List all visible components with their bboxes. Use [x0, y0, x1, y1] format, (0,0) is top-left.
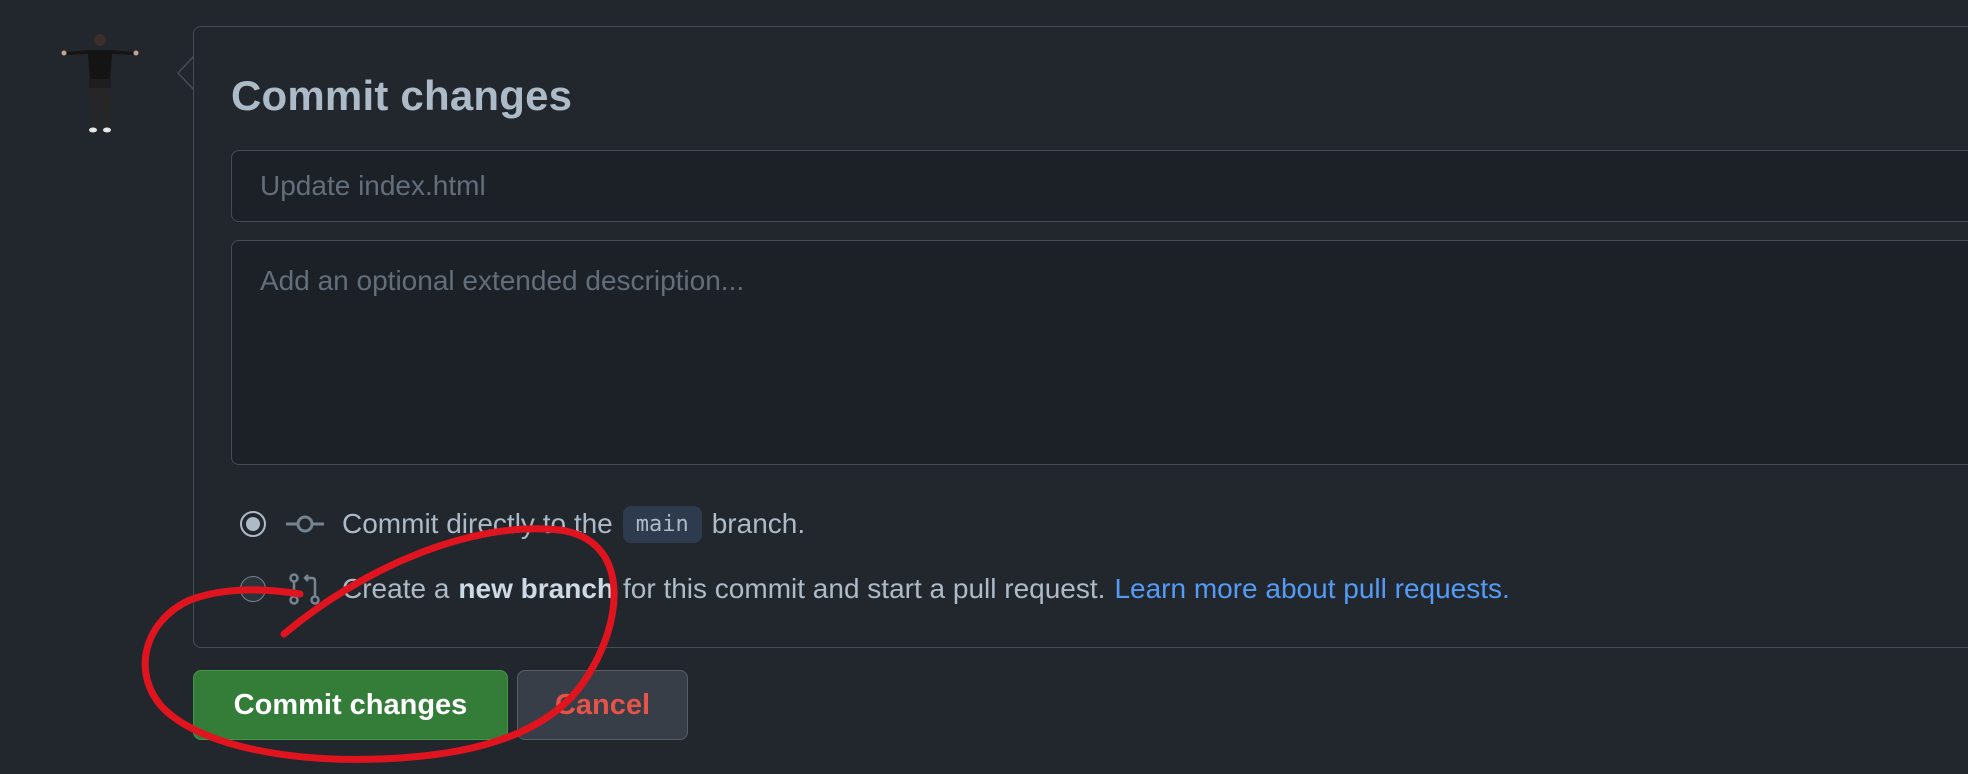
new-branch-option[interactable]: Create a new branch for this commit and …	[240, 567, 1510, 611]
form-title: Commit changes	[231, 72, 573, 119]
commit-direct-text-before: Commit directly to the	[342, 508, 613, 539]
git-commit-icon	[286, 515, 324, 533]
commit-direct-text-after: branch.	[711, 508, 806, 539]
commit-page: Commit changes Commit directly to the ma…	[0, 0, 1968, 774]
commit-changes-button[interactable]: Commit changes	[193, 670, 508, 740]
cancel-button[interactable]: Cancel	[517, 670, 688, 740]
pull-requests-help-link[interactable]: Learn more about pull requests.	[1114, 573, 1509, 605]
user-avatar[interactable]	[60, 30, 140, 134]
commit-direct-option[interactable]: Commit directly to the main branch.	[240, 502, 805, 546]
new-branch-text-after: for this commit and start a pull request…	[623, 573, 1106, 604]
new-branch-text-before: Create a	[342, 573, 450, 604]
commit-description-textarea[interactable]	[231, 240, 1968, 465]
new-branch-radio[interactable]	[240, 576, 266, 602]
git-pull-request-icon	[289, 573, 320, 605]
commit-direct-radio[interactable]	[240, 511, 266, 537]
branch-name-badge: main	[622, 505, 702, 543]
commit-summary-input[interactable]	[231, 150, 1968, 222]
new-branch-bold-text: new branch	[458, 573, 614, 604]
